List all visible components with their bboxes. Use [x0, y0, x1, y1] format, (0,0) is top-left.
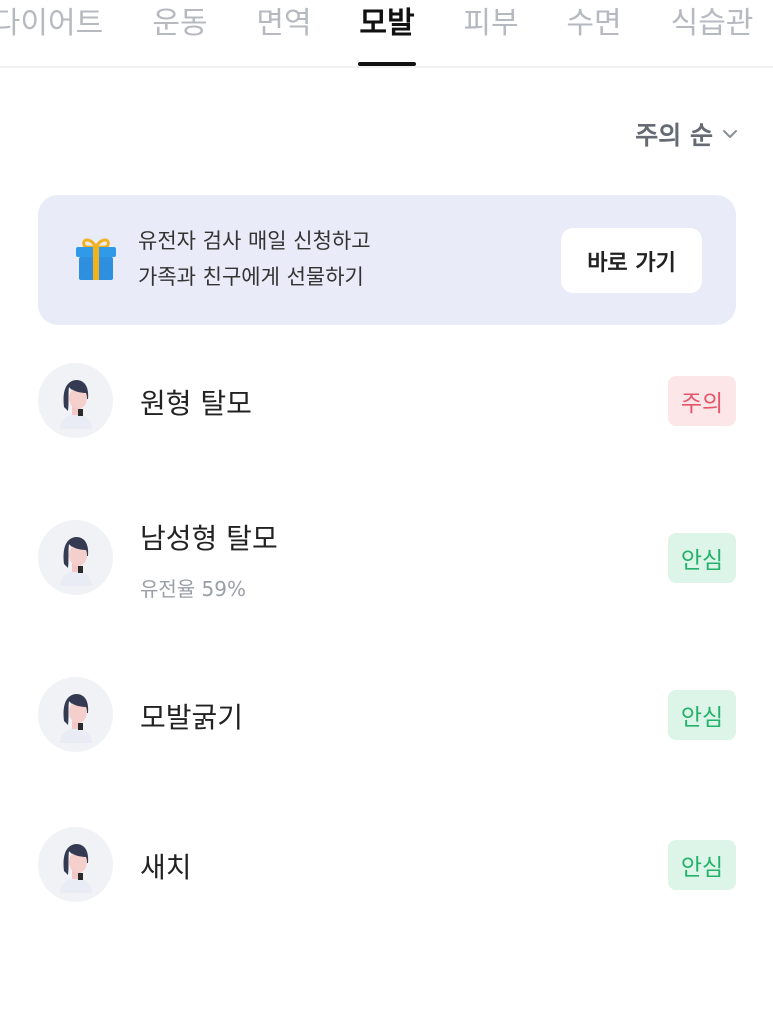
- tab-sleep[interactable]: 수면: [566, 2, 621, 46]
- avatar: [38, 363, 113, 438]
- list-item[interactable]: 새치 안심: [0, 824, 773, 914]
- status-badge: 주의: [668, 376, 736, 426]
- category-tab-bar: 다이어트 운동 면역 모발 피부 수면 식습관: [0, 0, 773, 68]
- tab-exercise[interactable]: 운동: [152, 2, 207, 46]
- avatar: [38, 520, 113, 595]
- item-title: 모발굵기: [140, 701, 244, 734]
- avatar: [38, 827, 113, 902]
- banner-line-1: 유전자 검사 매일 신청하고: [138, 229, 371, 253]
- item-title: 새치: [140, 851, 192, 884]
- tab-diet[interactable]: 다이어트: [0, 2, 103, 46]
- status-badge: 안심: [668, 533, 736, 583]
- tab-skin[interactable]: 피부: [463, 2, 518, 46]
- item-title: 남성형 탈모: [140, 522, 278, 555]
- tab-eating-habits[interactable]: 식습관: [671, 2, 754, 46]
- person-icon: [60, 844, 92, 893]
- item-subtitle: 유전율 59%: [140, 577, 247, 601]
- person-icon: [60, 694, 92, 743]
- gift-icon: [76, 238, 116, 280]
- chevron-down-icon: [723, 130, 737, 138]
- status-badge: 안심: [668, 690, 736, 740]
- sort-label: 주의 순: [635, 121, 713, 150]
- status-badge: 안심: [668, 840, 736, 890]
- banner-line-2: 가족과 친구에게 선물하기: [138, 265, 364, 289]
- avatar: [38, 677, 113, 752]
- person-icon: [60, 380, 92, 429]
- tab-hair[interactable]: 모발: [359, 2, 414, 46]
- item-title: 원형 탈모: [140, 387, 252, 420]
- list-item[interactable]: 원형 탈모 주의: [0, 360, 773, 450]
- banner-message: 유전자 검사 매일 신청하고 가족과 친구에게 선물하기: [138, 223, 371, 295]
- promo-banner: 유전자 검사 매일 신청하고 가족과 친구에게 선물하기 바로 가기: [38, 195, 736, 325]
- list-item[interactable]: 남성형 탈모 유전율 59% 안심: [0, 517, 773, 607]
- go-now-button[interactable]: 바로 가기: [561, 228, 702, 293]
- list-item[interactable]: 모발굵기 안심: [0, 674, 773, 764]
- person-icon: [60, 537, 92, 586]
- tab-immunity[interactable]: 면역: [256, 2, 311, 46]
- active-tab-indicator: [358, 62, 416, 66]
- sort-dropdown[interactable]: 주의 순: [635, 116, 739, 152]
